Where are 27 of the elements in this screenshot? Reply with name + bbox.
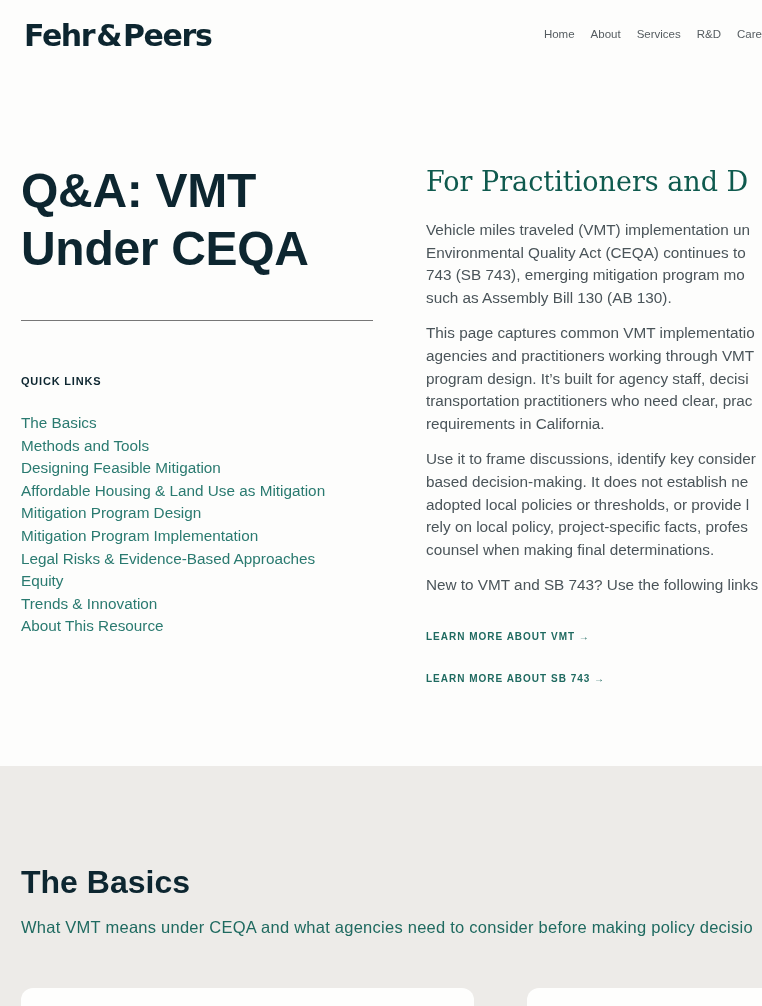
paragraph: Use it to frame discussions, identify key consider based decision-making. It does not establish ne adopted local policies or thresholds, or provide l rely on local policy, project-specific facts, profes counsel when making final determinations. xyxy=(426,449,757,560)
nav-link[interactable]: Home xyxy=(543,28,575,40)
nav-link[interactable]: Care xyxy=(737,28,762,40)
section-title: The Basics xyxy=(21,863,191,902)
quick-link[interactable]: Equity xyxy=(21,570,64,593)
page-title: Q&A: VMT Under CEQA xyxy=(21,163,310,277)
paragraph: New to VMT and SB 743? Use the following links xyxy=(426,575,760,596)
quick-link[interactable]: About This Resource xyxy=(21,615,164,638)
quick-link[interactable]: Mitigation Program Implementation xyxy=(21,524,259,548)
nav-link[interactable]: Services xyxy=(636,28,681,40)
quick-links-heading: QUICK LINKS xyxy=(21,375,103,387)
logo[interactable]: Fehr & Peers xyxy=(24,15,212,53)
paragraph: Vehicle miles traveled (VMT) implementation un Environmental Quality Act (CEQA) continues to 743 (SB 743), emerging mitigation program mo such as Assembly Bill 130 (AB 130). xyxy=(426,220,751,308)
intro-heading: For Practitioners and D xyxy=(426,165,750,199)
quick-link[interactable]: Legal Risks & Evidence-Based Approaches xyxy=(21,547,316,571)
quick-link[interactable]: Designing Feasible Mitigation xyxy=(21,457,221,480)
nav-link[interactable]: About xyxy=(590,28,621,40)
paragraph: This page captures common VMT implementatio agencies and practitioners working through VMT program design. It’s built for agency staff, decisi transportation practitioners who need clear, prac requirements in California. xyxy=(426,323,756,434)
learn-more-link[interactable]: LEARN MORE ABOUT SB 743 → xyxy=(426,670,606,687)
nav-link[interactable]: R&D xyxy=(696,28,722,40)
learn-more-link[interactable]: LEARN MORE ABOUT VMT → xyxy=(426,628,590,645)
quick-link[interactable]: Trends & Innovation xyxy=(21,592,158,616)
quick-link[interactable]: The Basics xyxy=(21,412,97,435)
quick-link[interactable]: Mitigation Program Design xyxy=(21,502,202,525)
quick-link[interactable]: Affordable Housing & Land Use as Mitigation xyxy=(21,479,326,503)
section-subtitle: What VMT means under CEQA and what agencies need to consider before making policy decisio xyxy=(21,917,754,937)
quick-link[interactable]: Methods and Tools xyxy=(21,434,150,458)
